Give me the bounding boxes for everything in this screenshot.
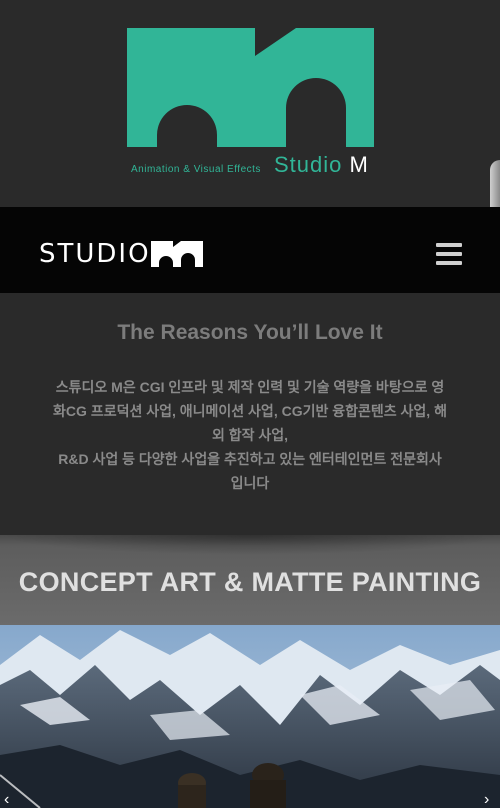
slider-next-arrow[interactable]: › [484, 791, 489, 808]
reasons-section: The Reasons You’ll Love It 스튜디오 M은 CGI 인… [0, 293, 500, 535]
nav-logo[interactable]: STUDIO [39, 234, 203, 274]
concept-section: CONCEPT ART & MATTE PAINTING [0, 535, 500, 625]
navbar: STUDIO [0, 207, 500, 293]
image-slider[interactable]: ‹ › [0, 625, 500, 808]
reasons-title: The Reasons You’ll Love It [117, 321, 383, 344]
slider-prev-arrow[interactable]: ‹ [4, 791, 9, 808]
reasons-line: 스튜디오 M은 CGI 인프라 및 제작 인력 및 기술 역량을 바탕으로 영 [55, 379, 445, 395]
studio-wordmark: Studio M [274, 152, 369, 177]
reasons-line: 화CG 프로덕션 사업, 애니메이션 사업, CG기반 융합콘텐츠 사업, 해 [53, 403, 447, 419]
concept-title: CONCEPT ART & MATTE PAINTING [18, 567, 482, 597]
tagline: Animation & Visual Effects [131, 164, 261, 175]
reasons-line: 외 합작 사업, [211, 427, 289, 443]
reasons-body: 스튜디오 M은 CGI 인프라 및 제작 인력 및 기술 역량을 바탕으로 영 … [30, 375, 470, 495]
nav-logo-m-icon [150, 241, 203, 267]
hamburger-icon[interactable] [436, 243, 462, 265]
header-logo-area: Animation & Visual Effects Studio M [0, 0, 500, 207]
section-shadow [0, 535, 500, 555]
studio-m-logo [127, 28, 374, 147]
reasons-line: R&D 사업 등 다양한 사업을 추진하고 있는 엔터테인먼트 전문회사 [58, 451, 442, 467]
reasons-line: 입니다 [230, 475, 270, 491]
mountain-artwork-image [0, 625, 500, 808]
nav-logo-text: STUDIO [39, 239, 151, 269]
